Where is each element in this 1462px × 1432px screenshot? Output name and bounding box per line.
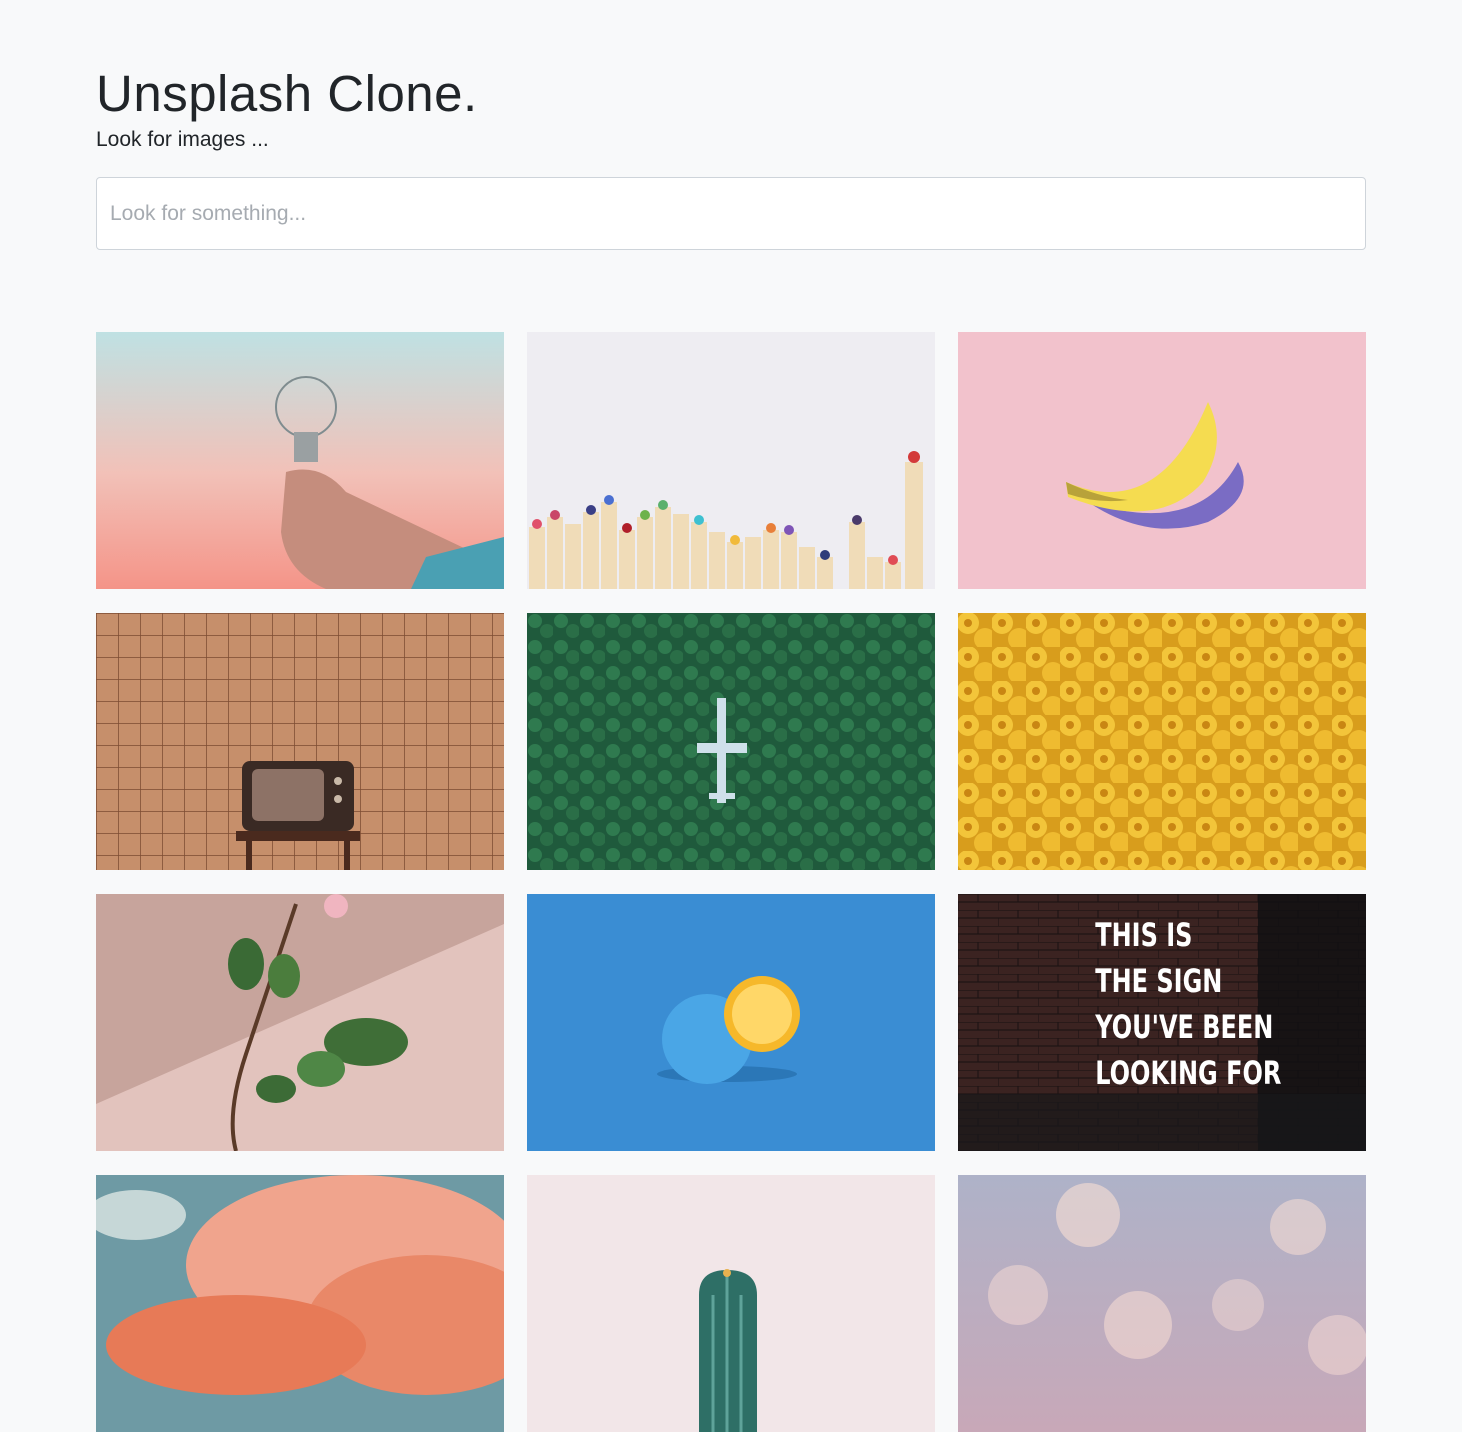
main-container: Unsplash Clone. Look for images ... Look… [96, 60, 1366, 1432]
image-card[interactable] [958, 332, 1366, 589]
blue-orange-image [527, 894, 935, 1151]
image-card[interactable] [958, 613, 1366, 870]
image-card[interactable] [958, 1175, 1366, 1432]
banana-image [958, 332, 1366, 589]
plane-in-forest-image [527, 613, 935, 870]
image-card[interactable] [96, 894, 504, 1151]
image-card[interactable] [527, 894, 935, 1151]
image-card[interactable] [527, 332, 935, 589]
lego-heads-image [958, 613, 1366, 870]
plant-branch-image [96, 894, 504, 1151]
colored-pencils-image [527, 332, 935, 589]
page-title: Unsplash Clone. [96, 65, 478, 122]
image-card[interactable] [96, 613, 504, 870]
page-subtitle: Look for images ... [96, 128, 269, 151]
neon-sign-image: THIS IS THE SIGN YOU'VE BEEN LOOKING FOR [958, 894, 1366, 1151]
image-card[interactable] [96, 1175, 504, 1432]
bokeh-lights-image [958, 1175, 1366, 1432]
pink-clouds-image [96, 1175, 504, 1432]
image-card[interactable] [527, 613, 935, 870]
vintage-tv-image [96, 613, 504, 870]
image-card[interactable] [96, 332, 504, 589]
neon-text-line: YOU'VE BEEN [1094, 1009, 1273, 1046]
neon-text-line: THIS IS [1095, 917, 1192, 954]
neon-text-line: LOOKING FOR [1095, 1055, 1281, 1092]
search-input[interactable] [96, 177, 1366, 250]
cactus-image [527, 1175, 935, 1432]
lightbulb-in-hand-image [96, 332, 504, 589]
neon-text-line: THE SIGN [1095, 963, 1222, 1000]
image-card[interactable]: THIS IS THE SIGN YOU'VE BEEN LOOKING FOR [958, 894, 1366, 1151]
image-card[interactable] [527, 1175, 935, 1432]
